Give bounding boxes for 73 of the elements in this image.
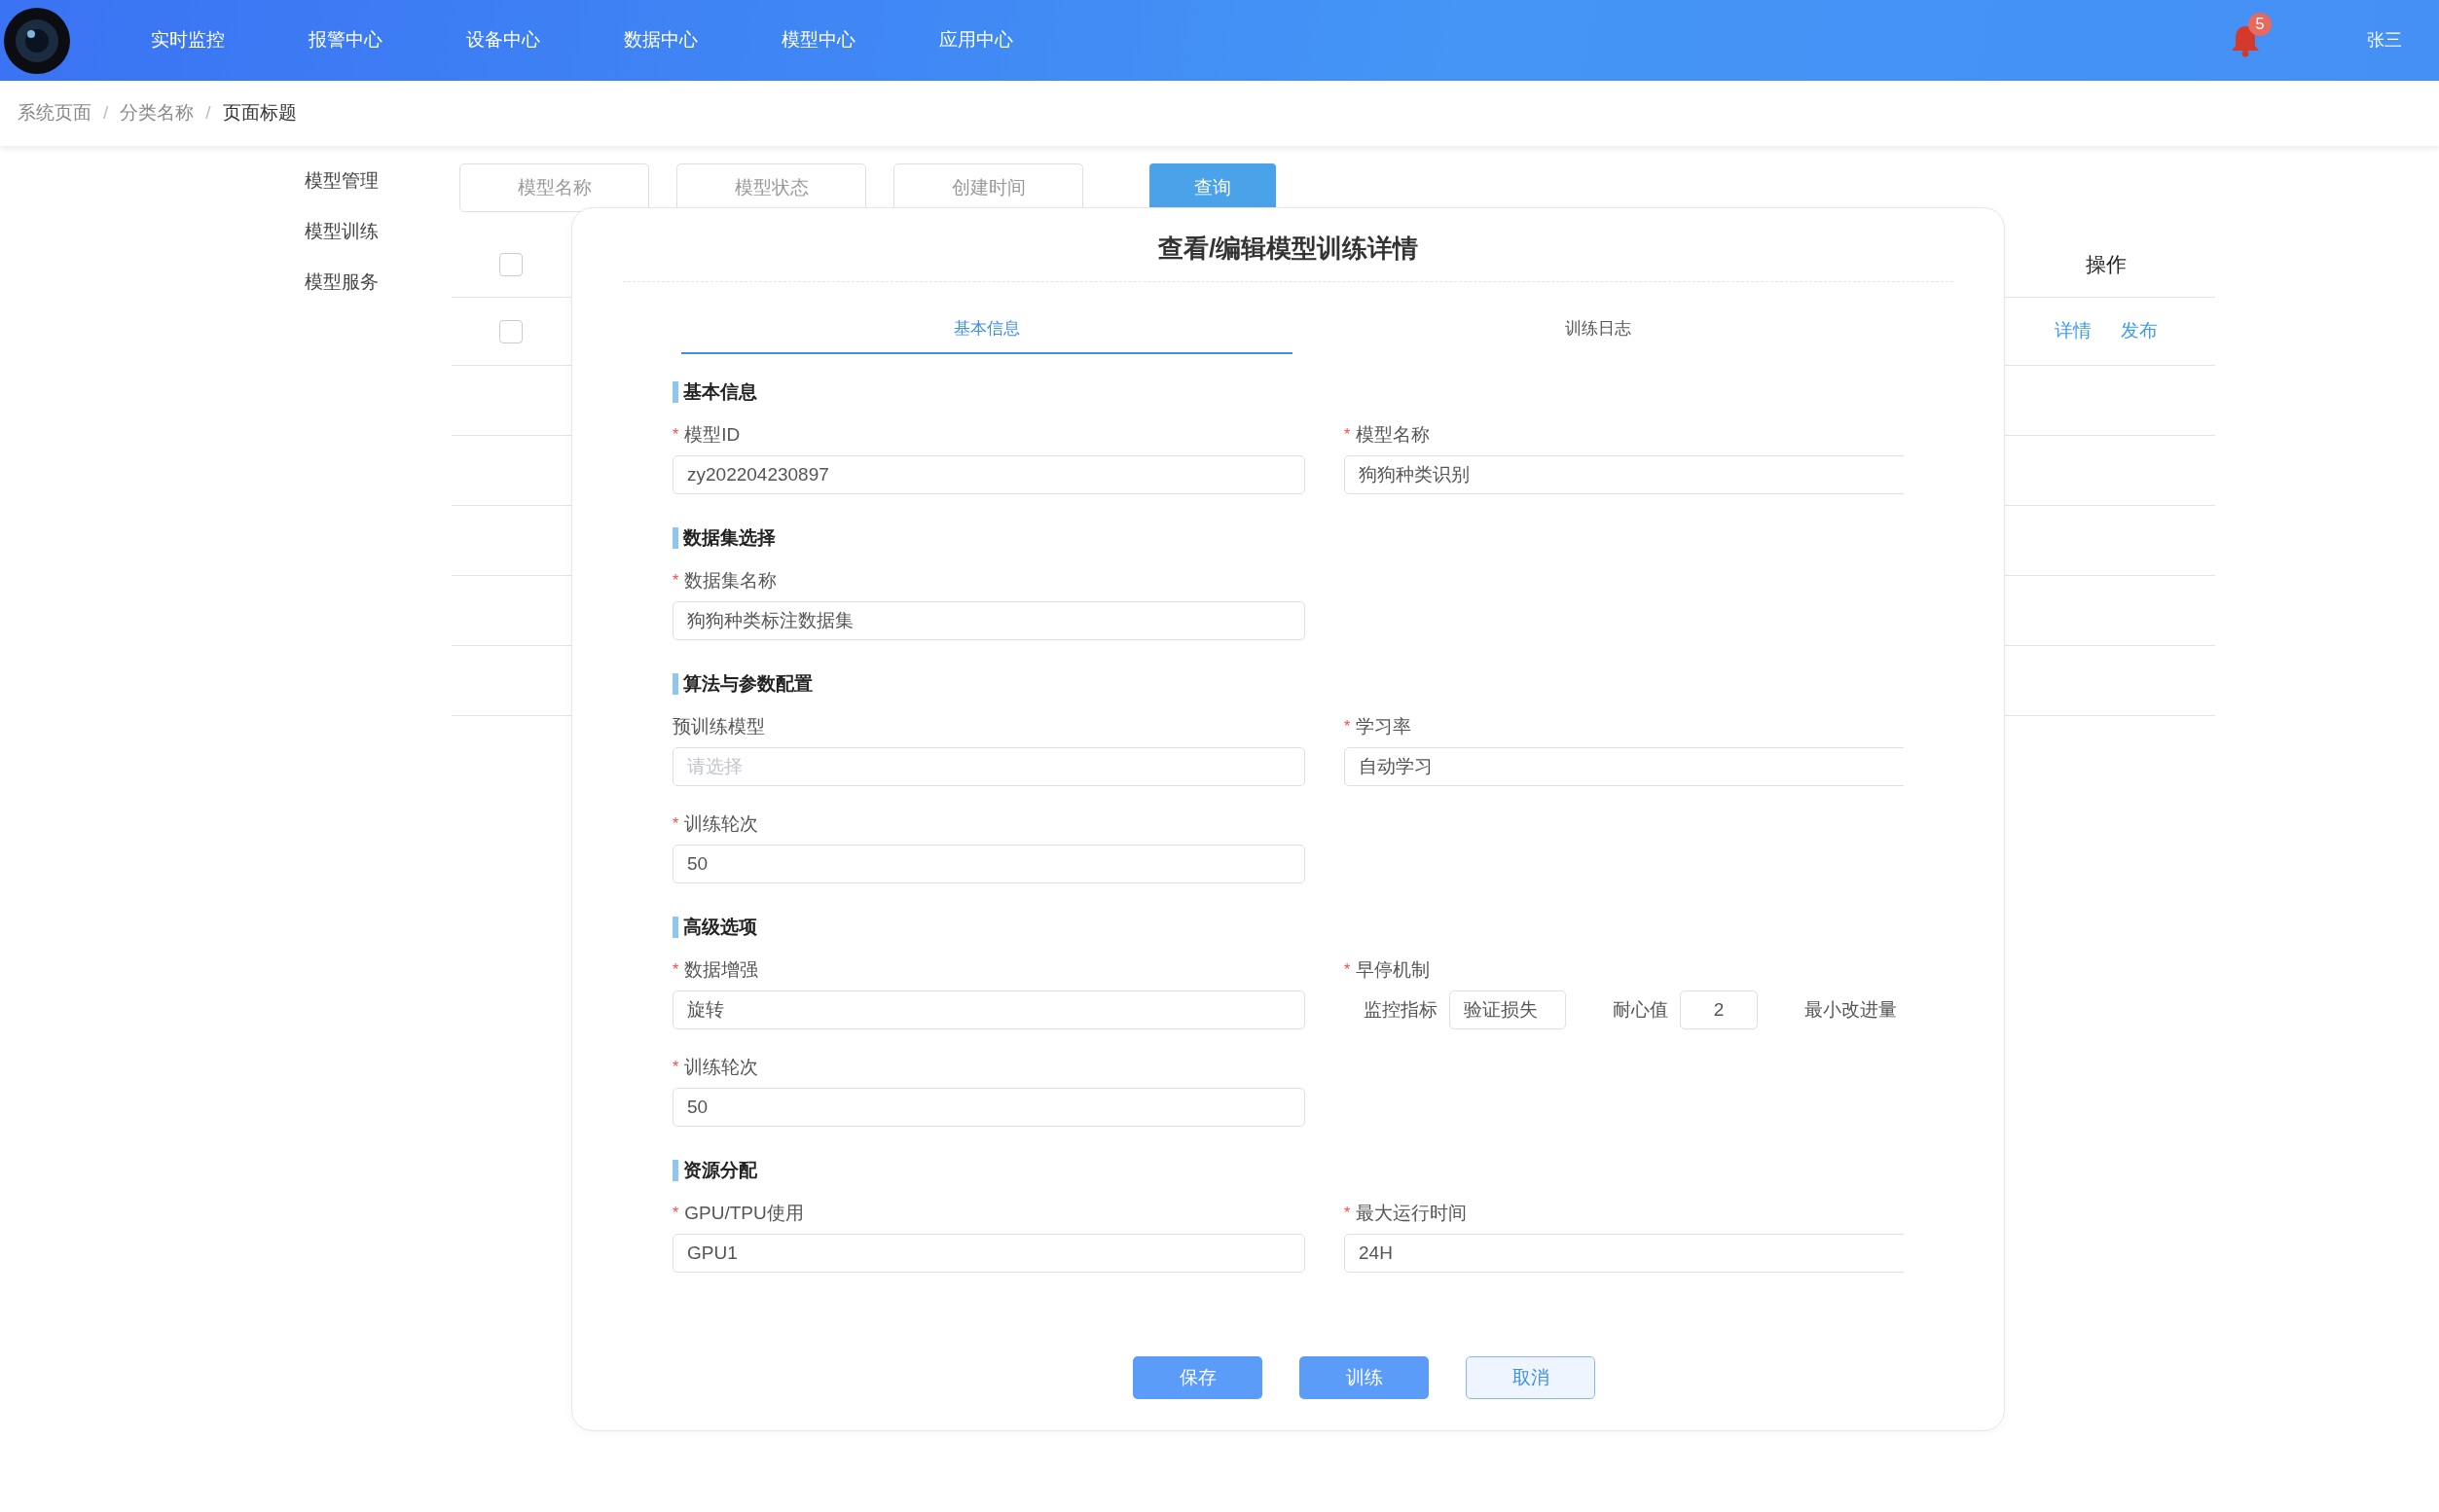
field-label: 监控指标 [1364, 997, 1438, 1022]
checkbox[interactable] [499, 252, 523, 276]
required-mark: * [673, 1058, 679, 1077]
sidebar-item[interactable]: 模型训练 [305, 221, 452, 242]
nav-link[interactable]: 模型中心 [782, 26, 855, 54]
section-marker [673, 1160, 678, 1181]
required-mark: * [673, 425, 679, 445]
field-label: GPU/TPU使用 [684, 1201, 804, 1225]
section-marker [673, 917, 678, 938]
field-label: 学习率 [1356, 714, 1412, 738]
section-title: 高级选项 [683, 915, 757, 939]
dialog-button[interactable]: 取消 [1466, 1356, 1595, 1399]
tab[interactable]: 基本信息 [681, 306, 1292, 354]
field-label: 早停机制 [1356, 957, 1431, 982]
nav-link[interactable]: 报警中心 [309, 26, 382, 54]
breadcrumb-separator: / [103, 101, 109, 126]
input-field[interactable]: 24H [1344, 1234, 1904, 1273]
breadcrumb-link[interactable]: 系统页面 [18, 99, 91, 127]
section-title: 算法与参数配置 [683, 671, 813, 696]
action-link[interactable]: 详情 [2055, 317, 2092, 345]
field-label: 模型ID [684, 422, 741, 447]
input-field[interactable]: 50 [673, 845, 1305, 883]
input-field[interactable]: 2 [1680, 990, 1758, 1029]
breadcrumb-link[interactable]: 分类名称 [120, 99, 195, 127]
input-field[interactable]: 自动学习 [1344, 747, 1904, 786]
input-field[interactable]: zy202204230897 [673, 455, 1305, 494]
action-link[interactable]: 发布 [2121, 317, 2158, 345]
user-name[interactable]: 张三 [2367, 27, 2402, 54]
dialog-button[interactable]: 保存 [1133, 1356, 1262, 1399]
field-label: 耐心值 [1613, 997, 1668, 1022]
nav-link[interactable]: 数据中心 [624, 26, 698, 54]
input-field[interactable]: 旋转 [673, 990, 1305, 1029]
required-mark: * [1344, 1204, 1351, 1223]
sidebar-item[interactable]: 模型服务 [305, 271, 452, 293]
nav-link[interactable]: 实时监控 [151, 26, 225, 54]
input-field[interactable]: GPU1 [673, 1234, 1305, 1273]
section-title: 资源分配 [683, 1158, 757, 1182]
tab[interactable]: 训练日志 [1292, 306, 1904, 354]
required-mark: * [673, 960, 679, 980]
field-label: 模型名称 [1356, 422, 1431, 447]
breadcrumb-link[interactable]: 页面标题 [222, 99, 297, 127]
field-label: 数据集名称 [684, 568, 778, 593]
dialog-title: 查看/编辑模型训练详情 [1157, 233, 1419, 265]
section-marker [673, 527, 678, 549]
field-label: 预训练模型 [673, 714, 765, 738]
dialog-button[interactable]: 训练 [1299, 1356, 1429, 1399]
field-label: 最小改进量 [1804, 997, 1897, 1022]
input-field[interactable]: 狗狗种类标注数据集 [673, 601, 1305, 640]
checkbox[interactable] [499, 319, 523, 343]
nav-link[interactable]: 设备中心 [466, 26, 540, 54]
required-mark: * [1344, 960, 1351, 980]
field-label: 训练轮次 [684, 1055, 759, 1079]
field-label: 数据增强 [684, 957, 759, 982]
section-marker [673, 381, 678, 403]
section-title: 数据集选择 [683, 525, 776, 550]
required-mark: * [673, 814, 679, 834]
notification-badge: 5 [2248, 12, 2272, 36]
input-field[interactable]: 狗狗种类识别 [1344, 455, 1904, 494]
required-mark: * [1344, 425, 1351, 445]
section-title: 基本信息 [683, 379, 757, 404]
required-mark: * [673, 571, 679, 591]
required-mark: * [673, 1204, 679, 1223]
required-mark: * [1344, 717, 1351, 737]
field-label: 最大运行时间 [1356, 1201, 1468, 1225]
input-field[interactable]: 50 [673, 1088, 1305, 1127]
sidebar-item[interactable]: 模型管理 [305, 170, 452, 192]
nav-link[interactable]: 应用中心 [939, 26, 1013, 54]
column-header: 操作 [2086, 251, 2127, 277]
breadcrumb-separator: / [205, 101, 211, 126]
camera-lens-logo [3, 6, 71, 75]
input-field[interactable]: 验证损失 [1449, 990, 1566, 1029]
section-marker [673, 673, 678, 695]
field-label: 训练轮次 [684, 811, 759, 836]
